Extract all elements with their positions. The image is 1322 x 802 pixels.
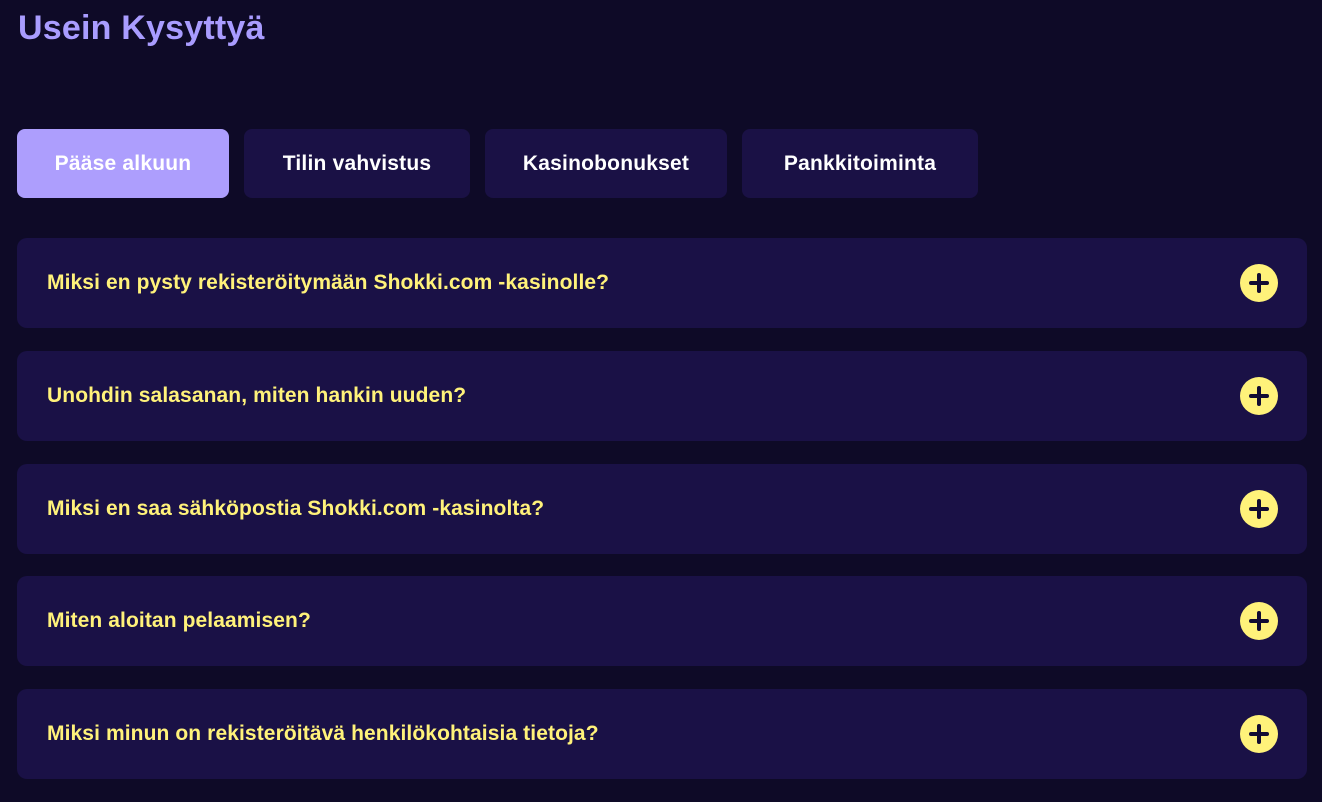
tab-label: Tilin vahvistus — [282, 151, 432, 175]
faq-question: Unohdin salasanan, miten hankin uuden? — [47, 383, 467, 407]
faq-category-tabs: Pääse alkuun Tilin vahvistus Kasinobonuk… — [17, 129, 978, 198]
faq-question: Miksi minun on rekisteröitävä henkilökoh… — [47, 722, 599, 745]
tab-kasinobonukset[interactable]: Kasinobonukset — [485, 129, 727, 198]
tab-paase-alkuun[interactable]: Pääse alkuun — [17, 129, 229, 198]
faq-question: Miksi en pysty rekisteröitymään Shokki.c… — [47, 271, 610, 294]
tab-label: Kasinobonukset — [522, 151, 690, 175]
tab-label: Pääse alkuun — [54, 151, 192, 175]
plus-icon[interactable] — [1240, 715, 1278, 753]
page-title: Usein Kysyttyä — [18, 9, 265, 47]
tab-tilin-vahvistus[interactable]: Tilin vahvistus — [244, 129, 470, 198]
faq-item[interactable]: Unohdin salasanan, miten hankin uuden? — [17, 350, 1307, 441]
tab-label: Pankkitoiminta — [783, 151, 937, 175]
faq-item[interactable]: Miksi en pysty rekisteröitymään Shokki.c… — [17, 238, 1307, 328]
tab-pankkitoiminta[interactable]: Pankkitoiminta — [742, 129, 978, 198]
plus-icon[interactable] — [1240, 489, 1278, 528]
plus-icon[interactable] — [1240, 602, 1278, 641]
plus-icon[interactable] — [1240, 376, 1278, 415]
faq-question: Miten aloitan pelaamisen? — [47, 609, 311, 633]
faq-item[interactable]: Miten aloitan pelaamisen? — [17, 576, 1307, 667]
faq-list: Miksi en pysty rekisteröitymään Shokki.c… — [17, 238, 1307, 802]
faq-question: Miksi en saa sähköpostia Shokki.com -kas… — [47, 496, 545, 520]
faq-item[interactable]: Miksi en saa sähköpostia Shokki.com -kas… — [17, 463, 1307, 554]
faq-item[interactable]: Miksi minun on rekisteröitävä henkilökoh… — [17, 689, 1307, 779]
plus-icon[interactable] — [1240, 264, 1278, 302]
